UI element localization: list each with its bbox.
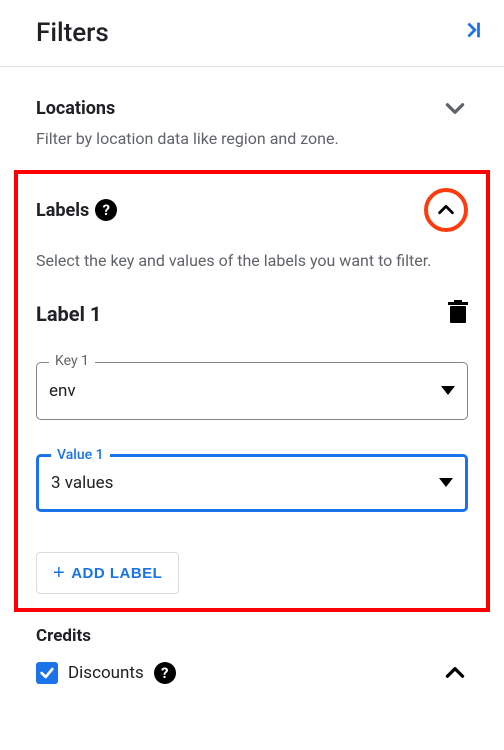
- collapse-panel-icon[interactable]: [462, 19, 484, 47]
- help-icon[interactable]: ?: [95, 199, 117, 221]
- filters-header: Filters: [0, 0, 504, 67]
- value-1-value: 3 values: [51, 473, 439, 493]
- help-icon[interactable]: ?: [154, 662, 176, 684]
- labels-section-header: Labels ?: [36, 188, 468, 232]
- check-icon: [39, 665, 55, 681]
- locations-desc: Filter by location data like region and …: [0, 129, 504, 164]
- labels-desc: Select the key and values of the labels …: [36, 250, 468, 272]
- dropdown-arrow-icon: [439, 478, 453, 488]
- discounts-label: Discounts: [68, 663, 144, 683]
- add-label-text: ADD LABEL: [71, 565, 162, 582]
- key-1-value: env: [49, 381, 441, 401]
- collapse-labels-button[interactable]: [424, 188, 468, 232]
- chevron-down-icon: [442, 95, 468, 121]
- value-1-label: Value 1: [51, 447, 110, 463]
- discounts-checkbox[interactable]: [36, 662, 58, 684]
- credits-title: Credits: [36, 626, 468, 646]
- key-1-label: Key 1: [49, 353, 95, 369]
- labels-title: Labels: [36, 200, 89, 221]
- labels-section-highlight: Labels ? Select the key and values of th…: [14, 170, 490, 612]
- delete-label-button[interactable]: [448, 300, 468, 328]
- key-1-select[interactable]: Key 1 env: [36, 362, 468, 420]
- chevron-up-icon[interactable]: [442, 660, 468, 686]
- label-1-title: Label 1: [36, 302, 101, 326]
- locations-title: Locations: [36, 98, 115, 119]
- chevron-up-icon: [435, 199, 457, 221]
- add-label-button[interactable]: + ADD LABEL: [36, 552, 179, 594]
- credits-section: Credits Discounts ?: [0, 612, 504, 686]
- dropdown-arrow-icon: [441, 386, 455, 396]
- locations-section-header[interactable]: Locations: [0, 67, 504, 129]
- plus-icon: +: [53, 563, 65, 583]
- value-1-select[interactable]: Value 1 3 values: [36, 454, 468, 512]
- page-title: Filters: [36, 18, 109, 48]
- label-block-header: Label 1: [36, 300, 468, 328]
